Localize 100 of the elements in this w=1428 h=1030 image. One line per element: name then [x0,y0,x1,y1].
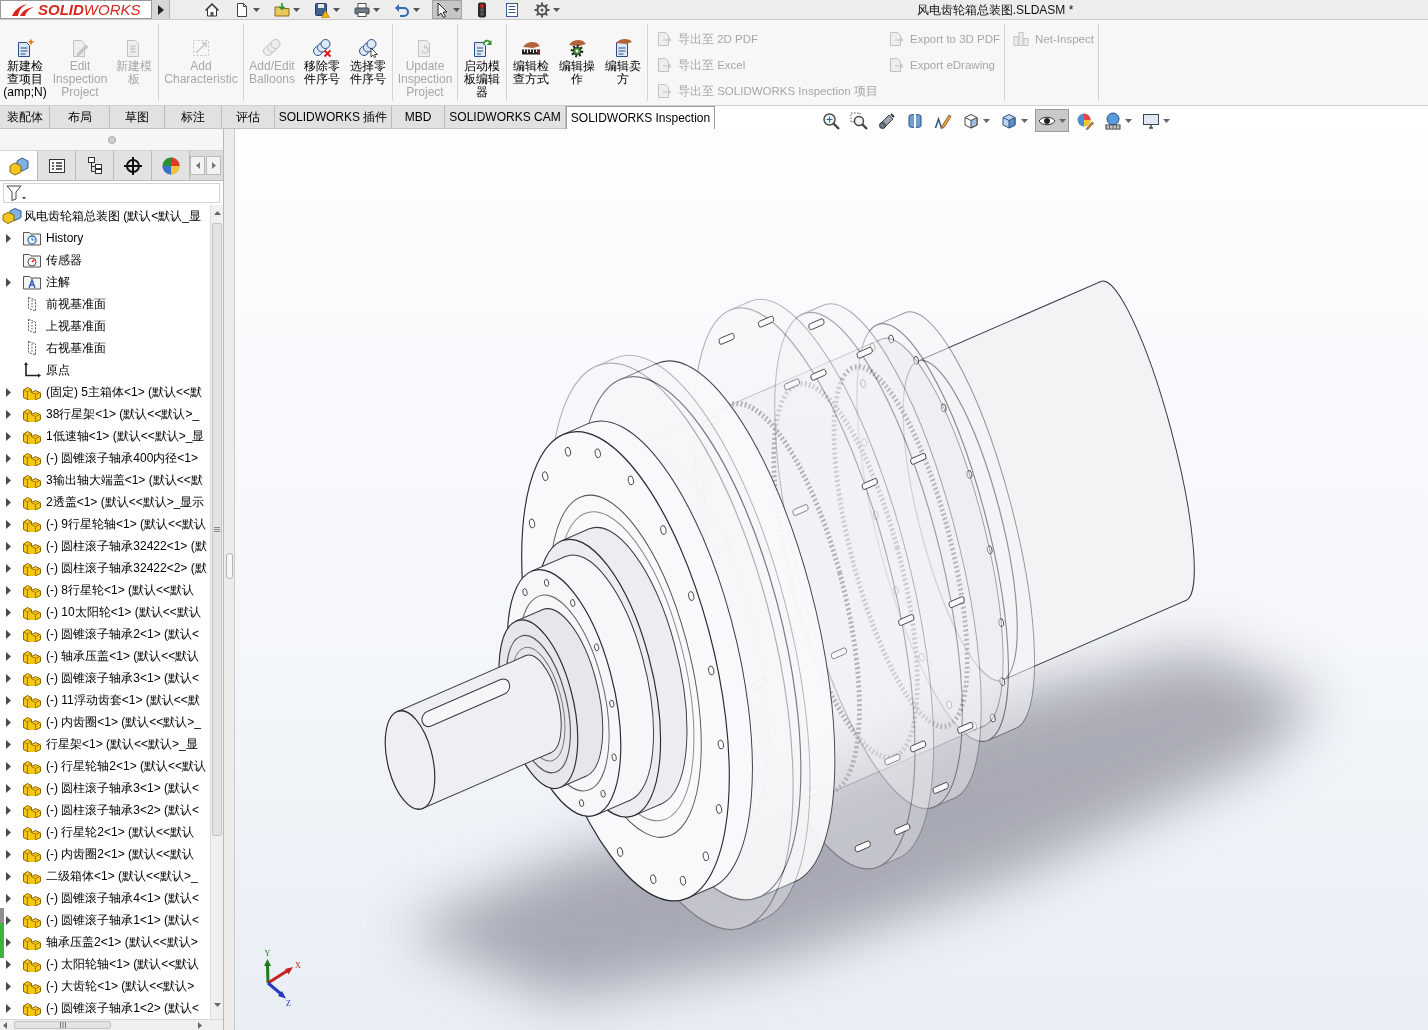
tree-item[interactable]: (-) 行星轮轴2<1> (默认<<默认 [46,758,207,774]
panel-tab[interactable] [76,151,114,180]
tree-item[interactable]: (-) 行星轮2<1> (默认<<默认 [46,824,195,840]
tree-item[interactable]: 传感器 [46,252,82,268]
expand-arrow-icon[interactable] [6,915,11,925]
caret-icon[interactable] [1021,118,1028,123]
expand-arrow-icon[interactable] [6,893,11,903]
scroll-right-icon[interactable] [198,1021,202,1029]
expand-arrow-icon[interactable] [6,651,11,661]
quick-access-button[interactable] [202,0,222,19]
quick-access-button[interactable] [532,0,562,19]
scroll-left-icon[interactable] [3,1021,7,1029]
tree-item[interactable]: (-) 圆锥滚子轴承4<1> (默认< [46,890,200,906]
expand-arrow-icon[interactable] [6,563,11,573]
expand-arrow-icon[interactable] [6,277,11,287]
tree-item[interactable]: 风电齿轮箱总装图 (默认<默认_显 [24,208,201,224]
expand-arrow-icon[interactable] [6,409,11,419]
expand-arrow-icon[interactable] [6,805,11,815]
expand-arrow-icon[interactable] [6,761,11,771]
expand-arrow-icon[interactable] [6,387,11,397]
tree-item[interactable]: 右视基准面 [46,340,106,356]
tree-item[interactable]: (-) 9行星轮轴<1> (默认<<默认 [46,516,207,532]
expand-arrow-icon[interactable] [6,629,11,639]
tree-item[interactable]: (-) 11浮动齿套<1> (默认<<默 [46,692,200,708]
scroll-down-icon[interactable] [213,1003,221,1007]
scroll-tabs-left-button[interactable] [190,156,205,175]
tree-item[interactable]: (-) 内齿圈<1> (默认<<默认>_ [46,714,202,730]
expand-arrow-icon[interactable] [6,519,11,529]
flyout-button[interactable] [152,0,170,19]
caret-icon[interactable] [413,7,420,12]
splitter-handle[interactable] [225,553,233,579]
horizontal-scrollbar[interactable] [0,1019,223,1030]
tree-item[interactable]: (-) 圆锥滚子轴承1<2> (默认< [46,1000,200,1016]
expand-arrow-icon[interactable] [6,827,11,837]
expand-arrow-icon[interactable] [6,959,11,969]
quick-access-button[interactable] [352,0,382,19]
scrollbar-thumb[interactable] [14,1021,111,1029]
expand-arrow-icon[interactable] [6,717,11,727]
expand-arrow-icon[interactable] [6,937,11,947]
grip-icon[interactable] [107,135,116,144]
panel-tab[interactable] [38,151,76,180]
quick-access-button[interactable] [312,0,342,19]
ribbon-button[interactable]: 移除零件序号 [301,24,343,101]
tree-item[interactable]: (-) 圆锥滚子轴承2<1> (默认< [46,626,200,642]
tree-item[interactable]: History [46,230,84,246]
gearbox-drawing[interactable] [384,280,1195,931]
expand-arrow-icon[interactable] [6,1003,11,1013]
tree-item[interactable]: (-) 圆柱滚子轴承32422<1> (默 [46,538,207,554]
tree-item[interactable]: (-) 圆锥滚子轴承1<1> (默认< [46,912,200,928]
expand-arrow-icon[interactable] [6,673,11,683]
ribbon-button[interactable]: 新建检查项目(amp;N) [3,24,47,101]
expand-arrow-icon[interactable] [6,585,11,595]
expand-arrow-icon[interactable] [6,431,11,441]
tree-item[interactable]: (-) 10太阳轮<1> (默认<<默认 [46,604,201,620]
ribbon-button[interactable]: 编辑操作 [556,24,598,101]
tree-item[interactable]: 二级箱体<1> (默认<<默认>_ [46,868,198,884]
caret-icon[interactable] [253,7,260,12]
scroll-tabs-right-button[interactable] [206,156,221,175]
tree-item[interactable]: 38行星架<1> (默认<<默认>_ [46,406,200,422]
tree-item[interactable]: (-) 大齿轮<1> (默认<<默认> [46,978,195,994]
expand-arrow-icon[interactable] [6,607,11,617]
expand-arrow-icon[interactable] [6,871,11,881]
caret-icon[interactable] [373,7,380,12]
tree-item[interactable]: 行星架<1> (默认<<默认>_显 [46,736,198,752]
filter-field[interactable] [3,183,220,203]
tree-item[interactable]: 3输出轴大端盖<1> (默认<<默 [46,472,203,488]
caret-icon[interactable] [1163,118,1170,123]
tree-item[interactable]: (固定) 5主箱体<1> (默认<<默 [46,384,203,400]
vertical-scrollbar[interactable] [210,205,223,1019]
tree-item[interactable]: 注解 [46,274,70,290]
tree-item[interactable]: 2透盖<1> (默认<<默认>_显示 [46,494,205,510]
tree-item[interactable]: 1低速轴<1> (默认<<默认>_显 [46,428,205,444]
ribbon-button[interactable]: 编辑卖方 [602,24,644,101]
expand-arrow-icon[interactable] [6,981,11,991]
caret-icon[interactable] [333,7,340,12]
tree-item[interactable]: (-) 8行星轮<1> (默认<<默认 [46,582,195,598]
caret-icon[interactable] [1059,118,1066,123]
tree-item[interactable]: (-) 圆柱滚子轴承32422<2> (默 [46,560,207,576]
tree-item[interactable]: 轴承压盖2<1> (默认<<默认> [46,934,198,950]
expand-arrow-icon[interactable] [6,739,11,749]
scroll-up-icon[interactable] [213,211,221,215]
caret-icon[interactable] [293,7,300,12]
tree-item[interactable]: 上视基准面 [46,318,106,334]
ribbon-button[interactable]: 选择零件序号 [347,24,389,101]
caret-icon[interactable] [1125,118,1132,123]
quick-access-button[interactable] [432,0,462,19]
tree-item[interactable]: (-) 轴承压盖<1> (默认<<默认 [46,648,200,664]
caret-icon[interactable] [553,7,560,12]
expand-arrow-icon[interactable] [6,541,11,551]
view-toolbar-button[interactable] [1035,109,1069,132]
tree-item[interactable]: (-) 太阳轮轴<1> (默认<<默认 [46,956,200,972]
panel-tab[interactable] [114,151,152,180]
tree-item[interactable]: (-) 圆柱滚子轴承3<2> (默认< [46,802,200,818]
expand-arrow-icon[interactable] [6,849,11,859]
expand-arrow-icon[interactable] [6,695,11,705]
caret-icon[interactable] [983,118,990,123]
scrollbar-thumb[interactable] [212,223,222,836]
ribbon-button[interactable]: 启动模板编辑器 [461,24,503,101]
expand-arrow-icon[interactable] [6,497,11,507]
tree-item[interactable]: (-) 圆锥滚子轴承3<1> (默认< [46,670,200,686]
